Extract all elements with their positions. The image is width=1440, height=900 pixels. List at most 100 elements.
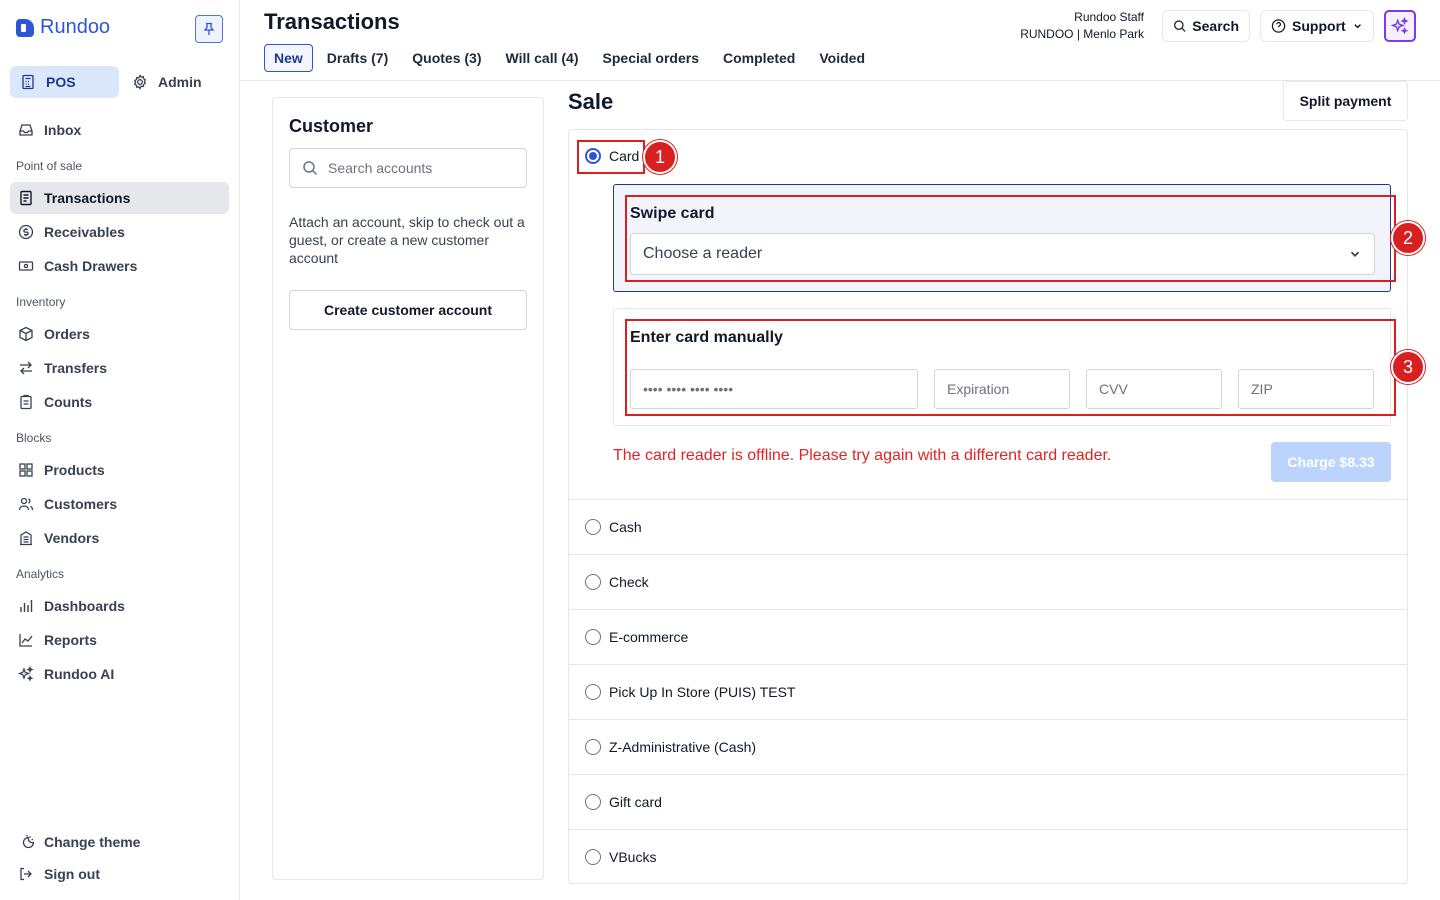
sidebar-item-label: Products	[44, 462, 105, 478]
sidebar-item-cash-drawers[interactable]: Cash Drawers	[10, 250, 229, 282]
mode-tab-admin[interactable]: Admin	[122, 66, 222, 98]
sidebar-item-inbox[interactable]: Inbox	[10, 114, 229, 146]
sidebar: Rundoo POS Admin Inbox Point of sale Tra…	[0, 0, 240, 900]
building-icon	[20, 531, 32, 546]
card-number-input[interactable]	[630, 369, 918, 409]
sidebar-item-label: Reports	[44, 632, 97, 648]
gift-card-radio[interactable]	[585, 794, 601, 810]
ai-assistant-button[interactable]	[1384, 10, 1416, 42]
customer-panel: Customer Attach an account, skip to chec…	[272, 97, 544, 880]
manual-card-section: Enter card manually	[613, 308, 1391, 426]
mode-tab-admin-label: Admin	[158, 74, 202, 90]
sidebar-item-label: Vendors	[44, 530, 100, 546]
sidebar-item-dashboards[interactable]: Dashboards	[10, 590, 229, 622]
rundoo-logo[interactable]: Rundoo	[16, 16, 110, 39]
check-radio[interactable]	[585, 574, 601, 590]
nav-section-analytics: Analytics	[16, 567, 65, 581]
change-theme-button[interactable]: Change theme	[10, 826, 229, 858]
payment-option-z-administrative[interactable]: Z-Administrative (Cash)	[569, 719, 1407, 774]
tab-quotes[interactable]: Quotes (3)	[402, 44, 491, 72]
payment-option-gift-card[interactable]: Gift card	[569, 774, 1407, 829]
sparkles-icon	[1391, 17, 1409, 35]
puis-radio[interactable]	[585, 684, 601, 700]
z-administrative-radio[interactable]	[585, 739, 601, 755]
tab-will-call[interactable]: Will call (4)	[496, 44, 589, 72]
sparkles-icon	[18, 666, 34, 682]
sidebar-item-transactions[interactable]: Transactions	[10, 182, 229, 214]
gear-icon	[133, 74, 147, 90]
payment-option-label: Check	[609, 574, 649, 590]
sidebar-item-products[interactable]: Products	[10, 454, 229, 486]
user-name: Rundoo Staff	[1074, 10, 1144, 24]
zip-input[interactable]	[1238, 369, 1374, 409]
tab-completed[interactable]: Completed	[713, 44, 805, 72]
sidebar-item-label: Orders	[44, 326, 90, 342]
tab-voided[interactable]: Voided	[809, 44, 875, 72]
sidebar-item-label: Dashboards	[44, 598, 125, 614]
users-icon	[18, 497, 34, 511]
sidebar-item-reports[interactable]: Reports	[10, 624, 229, 656]
user-info[interactable]: Rundoo Staff RUNDOO | Menlo Park	[1020, 9, 1144, 43]
payment-option-label: Pick Up In Store (PUIS) TEST	[609, 684, 796, 700]
payment-option-e-commerce[interactable]: E-commerce	[569, 609, 1407, 664]
sidebar-item-rundoo-ai[interactable]: Rundoo AI	[10, 658, 229, 690]
annotation-marker-2: 2	[1391, 221, 1425, 255]
split-payment-button[interactable]: Split payment	[1283, 81, 1408, 121]
sidebar-item-customers[interactable]: Customers	[10, 488, 229, 520]
card-radio[interactable]	[585, 148, 601, 164]
payment-option-cash[interactable]: Cash	[569, 499, 1407, 554]
sale-title: Sale	[568, 89, 614, 114]
expiration-input[interactable]	[934, 369, 1070, 409]
payment-option-check[interactable]: Check	[569, 554, 1407, 609]
payment-option-puis[interactable]: Pick Up In Store (PUIS) TEST	[569, 664, 1407, 719]
payment-option-label: Card	[609, 148, 640, 164]
tab-new[interactable]: New	[264, 44, 313, 72]
support-dropdown[interactable]: Support	[1260, 10, 1374, 42]
customer-search-field[interactable]	[289, 148, 527, 188]
cvv-input[interactable]	[1086, 369, 1222, 409]
customer-search-input[interactable]	[328, 160, 508, 176]
search-button[interactable]: Search	[1162, 10, 1250, 42]
inbox-icon	[19, 124, 33, 136]
sidebar-item-counts[interactable]: Counts	[10, 386, 229, 418]
sign-out-button[interactable]: Sign out	[10, 858, 229, 890]
support-label: Support	[1292, 18, 1346, 34]
brand-name: Rundoo	[40, 16, 111, 38]
page-title: Transactions	[264, 9, 400, 34]
sidebar-item-label: Receivables	[44, 224, 125, 240]
grid-icon	[19, 463, 33, 477]
store-name: RUNDOO | Menlo Park	[1020, 27, 1144, 41]
pos-icon	[22, 74, 34, 90]
tab-drafts[interactable]: Drafts (7)	[317, 44, 398, 72]
tab-special-orders[interactable]: Special orders	[593, 44, 710, 72]
sidebar-item-orders[interactable]: Orders	[10, 318, 229, 350]
card-reader-select-value: Choose a reader	[643, 245, 763, 262]
annotation-marker-1: 1	[643, 140, 677, 174]
vbucks-radio[interactable]	[585, 849, 601, 865]
sidebar-item-label: Customers	[44, 496, 118, 512]
create-customer-button[interactable]: Create customer account	[289, 290, 527, 330]
sidebar-item-vendors[interactable]: Vendors	[10, 522, 229, 554]
mode-tab-pos[interactable]: POS	[10, 66, 119, 98]
charge-button[interactable]: Charge $8.33	[1271, 442, 1391, 482]
sidebar-item-label: Transfers	[44, 360, 108, 376]
search-icon	[303, 161, 318, 176]
swipe-card-section: Swipe card Choose a reader	[613, 184, 1391, 292]
pin-sidebar-button[interactable]	[195, 15, 223, 43]
card-reader-select[interactable]: Choose a reader	[630, 233, 1375, 275]
customer-help-text: Attach an account, skip to check out a g…	[289, 214, 525, 266]
manual-card-title: Enter card manually	[630, 329, 783, 346]
help-circle-icon	[1271, 19, 1286, 33]
chevron-down-icon	[1350, 251, 1360, 257]
bar-chart-icon	[20, 600, 33, 612]
cash-radio[interactable]	[585, 519, 601, 535]
sidebar-item-receivables[interactable]: Receivables	[10, 216, 229, 248]
customer-title: Customer	[289, 116, 374, 136]
sidebar-item-transfers[interactable]: Transfers	[10, 352, 229, 384]
payment-option-card[interactable]: Card	[585, 148, 639, 164]
payment-option-vbucks[interactable]: VBucks	[569, 829, 1407, 884]
box-icon	[19, 326, 33, 342]
rundoo-logo-icon	[16, 18, 34, 37]
e-commerce-radio[interactable]	[585, 629, 601, 645]
pin-icon	[203, 22, 215, 35]
